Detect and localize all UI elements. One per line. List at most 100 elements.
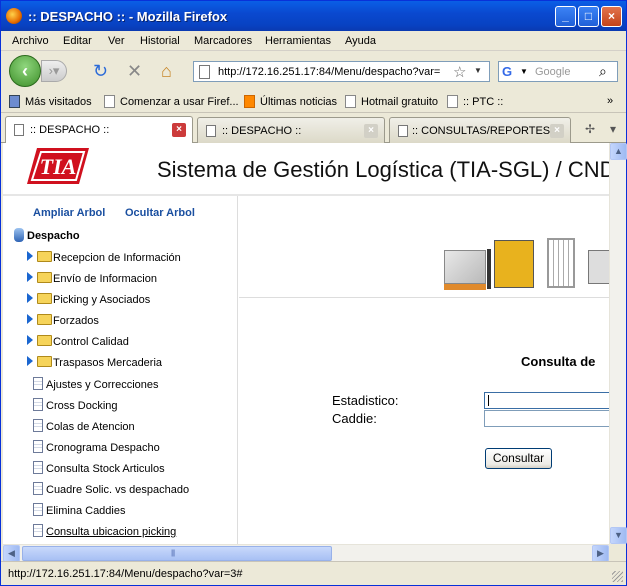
- close-tab-icon[interactable]: ×: [364, 124, 378, 138]
- expand-arrow-icon[interactable]: [27, 272, 33, 282]
- expand-tree-link[interactable]: Ampliar Arbol: [33, 207, 105, 219]
- folder-icon: [37, 293, 52, 304]
- bookmark-ptc[interactable]: :: PTC ::: [447, 95, 503, 108]
- search-icon[interactable]: ⌕: [599, 63, 607, 80]
- bookmark-mas-visitados[interactable]: Más visitados: [9, 95, 92, 108]
- tree-item-colas[interactable]: Colas de Atencion: [33, 419, 135, 433]
- expand-arrow-icon[interactable]: [27, 314, 33, 324]
- tab-list-icon[interactable]: ▾: [610, 122, 616, 136]
- tab-label: :: DESPACHO ::: [30, 124, 110, 136]
- home-icon[interactable]: ⌂: [161, 62, 172, 80]
- tree-folder-recepcion[interactable]: Recepcion de Información: [27, 251, 181, 264]
- menu-ver[interactable]: Ver: [108, 35, 125, 47]
- tree-item-ajustes[interactable]: Ajustes y Correcciones: [33, 377, 159, 391]
- tree-folder-picking[interactable]: Picking y Asociados: [27, 293, 150, 306]
- expand-arrow-icon[interactable]: [27, 356, 33, 366]
- browser-window: :: DESPACHO :: - Mozilla Firefox _ □ × A…: [0, 0, 627, 586]
- horizontal-scroll-thumb[interactable]: ||||: [22, 546, 332, 561]
- back-button[interactable]: ‹: [9, 55, 41, 87]
- url-bar[interactable]: http://172.16.251.17:84/Menu/despacho?va…: [193, 61, 490, 82]
- forward-button[interactable]: ›▾: [41, 60, 67, 82]
- tab-despacho-1[interactable]: :: DESPACHO :: ×: [5, 116, 193, 143]
- page-icon: [199, 65, 210, 79]
- resize-grip-icon[interactable]: [612, 571, 623, 582]
- minimize-button[interactable]: _: [555, 6, 576, 27]
- roll-cage-image: [547, 238, 575, 288]
- tree-folder-envio[interactable]: Envío de Informacion: [27, 272, 157, 285]
- new-tab-icon[interactable]: ✢: [585, 122, 595, 136]
- expand-arrow-icon[interactable]: [27, 335, 33, 345]
- folder-icon: [37, 272, 52, 283]
- tree-root-despacho[interactable]: Despacho: [14, 228, 80, 242]
- caddie-input[interactable]: [484, 410, 609, 427]
- expand-arrow-icon[interactable]: [27, 251, 33, 261]
- title-bar: :: DESPACHO :: - Mozilla Firefox _ □ ×: [1, 1, 626, 31]
- tab-despacho-2[interactable]: :: DESPACHO :: ×: [197, 117, 385, 143]
- menu-ayuda[interactable]: Ayuda: [345, 35, 376, 47]
- menu-editar[interactable]: Editar: [63, 35, 92, 47]
- document-icon: [33, 482, 43, 495]
- menu-herramientas[interactable]: Herramientas: [265, 35, 331, 47]
- reload-icon[interactable]: ↻: [93, 62, 108, 80]
- document-icon: [33, 503, 43, 516]
- tia-logo: TIA: [27, 148, 89, 184]
- search-engine-dropdown-icon[interactable]: ▼: [520, 67, 528, 76]
- vertical-scrollbar[interactable]: ▲ ▼: [609, 143, 627, 544]
- tab-label: :: CONSULTAS/REPORTES ::: [412, 125, 560, 137]
- forklift-image: [487, 240, 534, 289]
- close-button[interactable]: ×: [601, 6, 622, 27]
- document-icon: [33, 419, 43, 432]
- tree-item-cuadre[interactable]: Cuadre Solic. vs despachado: [33, 482, 189, 496]
- hide-tree-link[interactable]: Ocultar Arbol: [125, 207, 195, 219]
- status-text: http://172.16.251.17:84/Menu/despacho?va…: [8, 568, 243, 580]
- caddie-label: Caddie:: [332, 411, 377, 426]
- url-text[interactable]: http://172.16.251.17:84/Menu/despacho?va…: [218, 66, 450, 78]
- tree-item-cross-docking[interactable]: Cross Docking: [33, 398, 118, 412]
- document-icon: [33, 398, 43, 411]
- bookmarks-overflow-icon[interactable]: »: [607, 95, 613, 107]
- scroll-corner: [609, 544, 626, 561]
- tree-item-elimina-caddies[interactable]: Elimina Caddies: [33, 503, 125, 517]
- url-dropdown-icon[interactable]: ▼: [474, 66, 482, 75]
- tree-item-cronograma[interactable]: Cronograma Despacho: [33, 440, 160, 454]
- horizontal-scrollbar[interactable]: ◀ |||| ▶: [3, 544, 609, 562]
- page-icon: [447, 95, 458, 108]
- menu-archivo[interactable]: Archivo: [12, 35, 49, 47]
- tab-consultas-reportes[interactable]: :: CONSULTAS/REPORTES :: ×: [389, 117, 571, 143]
- consultar-button[interactable]: Consultar: [485, 448, 552, 469]
- folder-icon: [37, 335, 52, 346]
- bookmark-hotmail[interactable]: Hotmail gratuito: [345, 95, 438, 108]
- menu-marcadores[interactable]: Marcadores: [194, 35, 252, 47]
- bookmark-star-icon[interactable]: ☆: [453, 63, 466, 81]
- tree-folder-traspasos[interactable]: Traspasos Mercaderia: [27, 356, 162, 369]
- page-icon: [104, 95, 115, 108]
- status-bar: http://172.16.251.17:84/Menu/despacho?va…: [1, 561, 626, 585]
- google-icon[interactable]: G: [502, 64, 518, 80]
- expand-arrow-icon[interactable]: [27, 293, 33, 303]
- scroll-right-icon[interactable]: ▶: [592, 545, 609, 562]
- search-box[interactable]: G ▼ Google ⌕: [498, 61, 618, 82]
- bookmark-ultimas-noticias[interactable]: Últimas noticias: [244, 95, 337, 108]
- scroll-up-icon[interactable]: ▲: [610, 143, 627, 160]
- tab-strip: :: DESPACHO :: × :: DESPACHO :: × :: CON…: [1, 114, 626, 143]
- tree-item-consulta-ubicacion[interactable]: Consulta ubicacion picking: [33, 524, 176, 538]
- close-tab-icon[interactable]: ×: [550, 124, 564, 138]
- menu-historial[interactable]: Historial: [140, 35, 180, 47]
- stop-icon[interactable]: ✕: [127, 62, 142, 80]
- close-tab-icon[interactable]: ×: [172, 123, 186, 137]
- bookmark-comenzar[interactable]: Comenzar a usar Firef...: [104, 95, 239, 108]
- tree-folder-forzados[interactable]: Forzados: [27, 314, 99, 327]
- tree-sidebar: Ampliar Arbol Ocultar Arbol Despacho Rec…: [3, 196, 238, 544]
- scroll-down-icon[interactable]: ▼: [610, 527, 627, 544]
- form-title: Consulta de: [521, 354, 596, 369]
- maximize-button[interactable]: □: [578, 6, 599, 27]
- firefox-icon: [6, 8, 22, 24]
- estadistico-input[interactable]: [484, 392, 609, 409]
- truck-image: [588, 250, 609, 284]
- page-icon: [206, 125, 216, 137]
- scroll-left-icon[interactable]: ◀: [3, 545, 20, 562]
- tree-item-consulta-stock[interactable]: Consulta Stock Articulos: [33, 461, 165, 475]
- tree-folder-control-calidad[interactable]: Control Calidad: [27, 335, 129, 348]
- navigation-toolbar: ‹ ›▾ ↻ ✕ ⌂ http://172.16.251.17:84/Menu/…: [1, 52, 626, 89]
- server-icon: [14, 228, 24, 242]
